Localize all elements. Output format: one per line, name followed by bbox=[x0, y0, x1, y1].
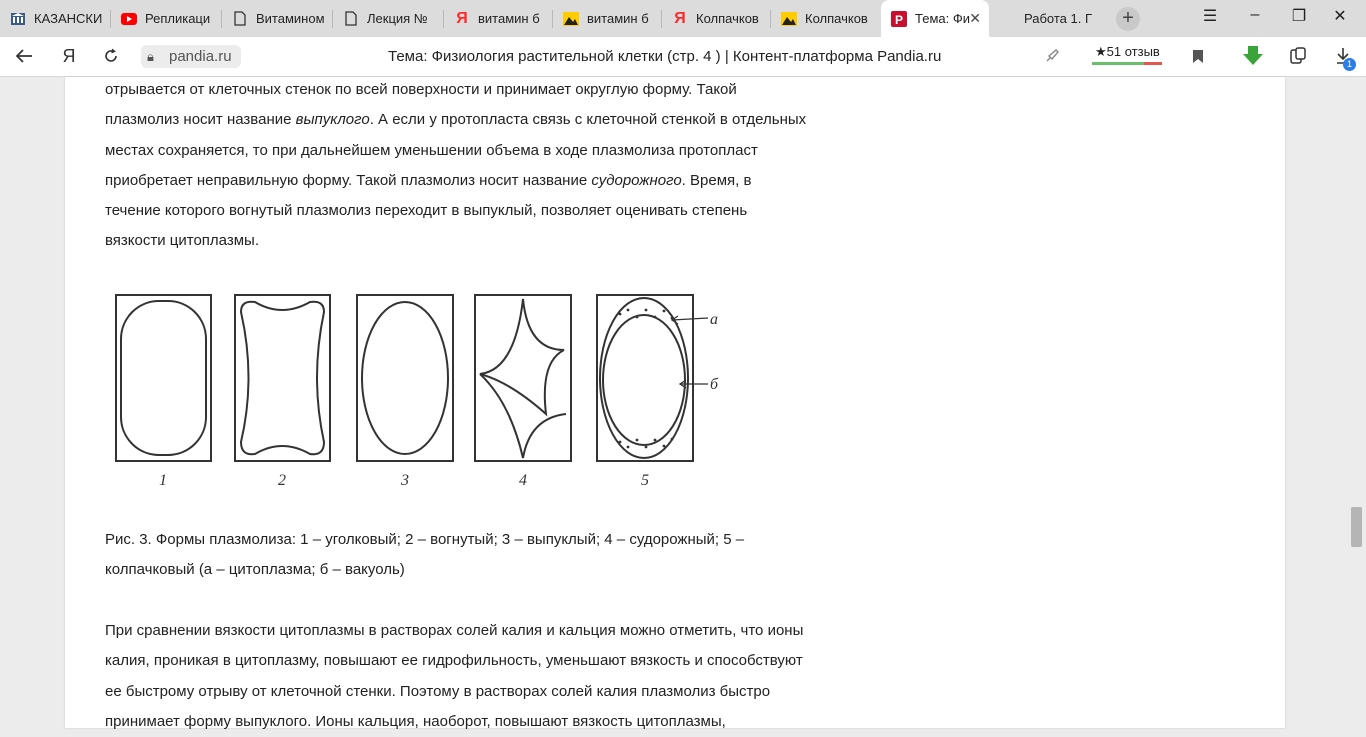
protoplast-4 bbox=[479, 298, 565, 417]
tab-label: Колпачков bbox=[805, 11, 868, 26]
restore-icon[interactable]: ❐ bbox=[1284, 6, 1314, 26]
university-icon bbox=[10, 11, 26, 27]
text-line: Рис. 3. Формы плазмолиза: 1 – уголковый;… bbox=[105, 531, 745, 548]
tab-replication[interactable]: Репликаци bbox=[111, 0, 221, 37]
tab-label: Лекция № bbox=[367, 11, 428, 26]
text-line: вязкости цитоплазмы. bbox=[105, 232, 259, 250]
vacuole-5 bbox=[602, 314, 686, 446]
download-extension-icon[interactable] bbox=[1241, 45, 1265, 67]
cytoplasm-dots bbox=[618, 308, 674, 449]
url-text: pandia.ru bbox=[169, 48, 232, 65]
text-line: отрывается от клеточных стенок по всей п… bbox=[105, 81, 737, 98]
text-line: плазмолиз носит название выпуклого. А ес… bbox=[105, 105, 865, 135]
figure-caption: Рис. 3. Формы плазмолиза: 1 – уголковый;… bbox=[105, 525, 805, 586]
italic-term: судорожного bbox=[591, 171, 682, 189]
rocket-icon[interactable] bbox=[1042, 45, 1062, 67]
tab-label: Витамином bbox=[256, 11, 325, 26]
address-bar: Я 🔒︎ pandia.ru Тема: Физиология растител… bbox=[0, 37, 1366, 77]
label-b: б bbox=[710, 376, 719, 393]
reload-icon[interactable] bbox=[100, 45, 122, 67]
tab-bar: КАЗАНСКИ Репликаци Витамином Лекция № Я … bbox=[0, 0, 1366, 37]
close-window-icon[interactable]: ✕ bbox=[1325, 6, 1355, 26]
tab-label: Колпачков bbox=[696, 11, 759, 26]
text-span: приобретает неправильную форму. Такой пл… bbox=[105, 171, 592, 189]
text-line: течение которого вогнутый плазмолиз пере… bbox=[105, 202, 748, 220]
yandex-icon[interactable]: Я bbox=[58, 45, 80, 67]
scrollbar-thumb[interactable] bbox=[1351, 507, 1362, 547]
paragraph-2: При сравнении вязкости цитоплазмы в раст… bbox=[105, 616, 865, 737]
tab-kolpachkov-images[interactable]: Колпачков bbox=[771, 0, 879, 37]
collections-icon[interactable] bbox=[1287, 45, 1309, 67]
tab-label: КАЗАНСКИ bbox=[34, 11, 103, 26]
tab-active-pandia[interactable]: P Тема: Фи ✕ bbox=[881, 0, 989, 37]
tab-rabota[interactable]: Работа 1. Г bbox=[1014, 0, 1104, 37]
label-4: 4 bbox=[519, 472, 527, 489]
image-search-icon bbox=[563, 11, 579, 27]
text-span: . Время, в bbox=[681, 171, 752, 189]
tab-label: витамин б bbox=[587, 11, 649, 26]
pandia-icon: P bbox=[891, 10, 907, 27]
text-line: принимает форму выпуклого. Ионы кальция,… bbox=[105, 712, 726, 730]
text-line: калия, проникая в цитоплазму, повышают е… bbox=[105, 652, 803, 670]
document-icon bbox=[343, 11, 359, 27]
page-content: отрывается от клеточных стенок по всей п… bbox=[65, 75, 1285, 730]
reviews-text: ★51 отзыв bbox=[1095, 44, 1160, 59]
tab-vitaminom[interactable]: Витамином bbox=[222, 0, 332, 37]
label-1: 1 bbox=[159, 472, 167, 489]
scrollbar[interactable] bbox=[1346, 77, 1366, 728]
label-5: 5 bbox=[641, 472, 649, 489]
italic-term: выпуклого bbox=[295, 111, 370, 129]
downloads-badge: 1 bbox=[1343, 58, 1356, 71]
text-line: местах сохраняется, то при дальнейшем ум… bbox=[105, 141, 758, 159]
text-span: . А если у протопласта связь с клеточной… bbox=[369, 111, 807, 129]
text-line: приобретает неправильную форму. Такой пл… bbox=[105, 166, 865, 196]
yandex-icon: Я bbox=[456, 9, 468, 27]
label-2: 2 bbox=[278, 472, 286, 489]
cell-wall-3 bbox=[356, 294, 454, 462]
back-icon[interactable] bbox=[12, 45, 36, 67]
text-span: плазмолиз носит название bbox=[105, 111, 296, 129]
youtube-icon bbox=[121, 11, 137, 27]
label-3: 3 bbox=[400, 472, 409, 489]
lock-icon: 🔒︎ bbox=[147, 48, 154, 64]
paragraph-1: отрывается от клеточных стенок по всей п… bbox=[105, 75, 865, 257]
tab-label: Работа 1. Г bbox=[1024, 11, 1093, 26]
yandex-icon: Я bbox=[674, 9, 686, 27]
protoplast-4-lower bbox=[479, 373, 567, 459]
protoplast-3 bbox=[361, 301, 449, 455]
plasmolysis-figure: а б 1 2 3 4 5 bbox=[110, 290, 730, 490]
label-a: а bbox=[710, 311, 718, 328]
protoplast-2 bbox=[239, 300, 326, 456]
tab-kolpachkov-search[interactable]: Я Колпачков bbox=[662, 0, 770, 37]
tab-vitamin-b-search[interactable]: Я витамин б bbox=[444, 0, 552, 37]
svg-text:P: P bbox=[895, 13, 903, 27]
text-line: колпачковый (а – цитоплазма; б – вакуоль… bbox=[105, 561, 405, 579]
menu-icon[interactable]: ☰ bbox=[1195, 6, 1225, 26]
tab-label: Тема: Фи bbox=[915, 11, 970, 26]
page-title: Тема: Физиология растительной клетки (ст… bbox=[388, 48, 942, 65]
minimize-icon[interactable]: – bbox=[1240, 6, 1270, 24]
tab-kazan[interactable]: КАЗАНСКИ bbox=[0, 0, 110, 37]
tab-label: Репликаци bbox=[145, 11, 211, 26]
protoplast-1 bbox=[120, 300, 207, 456]
image-search-icon bbox=[781, 11, 797, 27]
text-line: ее быстрому отрыву от клеточной стенки. … bbox=[105, 682, 771, 700]
close-icon[interactable]: ✕ bbox=[969, 10, 981, 27]
text-line: При сравнении вязкости цитоплазмы в раст… bbox=[105, 622, 804, 639]
cell-wall-1 bbox=[115, 294, 212, 462]
url-field[interactable]: 🔒︎ pandia.ru bbox=[141, 45, 241, 68]
tab-vitamin-b-images[interactable]: витамин б bbox=[553, 0, 661, 37]
reviews-badge[interactable]: ★51 отзыв bbox=[1092, 44, 1162, 70]
plasmolysis-diagram: а б 1 2 3 4 5 bbox=[115, 294, 719, 489]
tab-label: витамин б bbox=[478, 11, 540, 26]
document-icon bbox=[232, 11, 248, 27]
tab-lecture[interactable]: Лекция № bbox=[333, 0, 443, 37]
new-tab-button[interactable]: + bbox=[1116, 7, 1140, 31]
rating-bar bbox=[1092, 62, 1162, 65]
bookmark-icon[interactable] bbox=[1188, 45, 1208, 67]
